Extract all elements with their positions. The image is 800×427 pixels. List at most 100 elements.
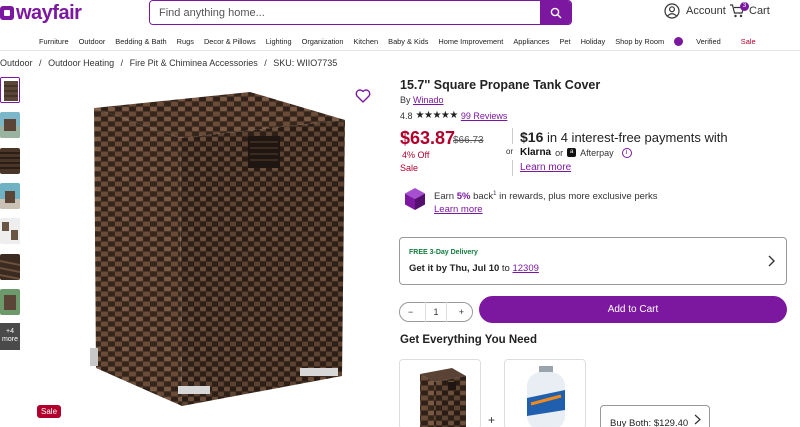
installment-learn-more-link[interactable]: Learn more <box>520 162 571 173</box>
crumb-fire-pit[interactable]: Fire Pit & Chiminea Accessories <box>130 58 258 68</box>
nav-organization[interactable]: Organization <box>302 37 344 46</box>
product-main-image[interactable] <box>80 86 350 411</box>
account-link[interactable]: Account <box>664 3 726 19</box>
rating-value: 4.8 <box>400 110 413 121</box>
delivery-to: to <box>499 263 513 274</box>
nav-decor-pillows[interactable]: Decor & Pillows <box>204 37 256 46</box>
afterpay-icon: a <box>567 148 577 157</box>
delivery-box[interactable]: FREE 3-Day Delivery Get it by Thu, Jul 1… <box>399 237 787 285</box>
bundle-item-propane-tank[interactable] <box>504 359 586 427</box>
nav-appliances[interactable]: Appliances <box>513 37 549 46</box>
discount-label: 4% Off <box>402 150 430 160</box>
crumb-separator: / <box>264 58 267 68</box>
rewards-suffix: in rewards, plus more exclusive perks <box>496 191 658 203</box>
search-button[interactable] <box>540 1 571 24</box>
delivery-date-line: Get it by Thu, Jul 10 to 12309 <box>409 263 539 274</box>
nav-outdoor[interactable]: Outdoor <box>79 37 106 46</box>
search-icon <box>550 7 561 18</box>
thumbnail-2[interactable] <box>0 112 20 138</box>
bundle-plus: + <box>488 413 496 427</box>
thumbnail-image <box>1 78 19 102</box>
afterpay-label: Afterpay <box>580 147 614 158</box>
sale-price: $63.87 <box>400 128 456 148</box>
nav-holiday[interactable]: Holiday <box>581 37 606 46</box>
crumb-outdoor[interactable]: Outdoor <box>0 58 33 68</box>
thumbnail-image <box>0 112 20 138</box>
rewards-learn-more-link[interactable]: Learn more <box>434 204 483 215</box>
thumbnail-1[interactable] <box>0 77 20 103</box>
nav-lighting[interactable]: Lighting <box>266 37 292 46</box>
klarna-logo: Klarna <box>520 147 552 158</box>
divider <box>512 160 513 176</box>
delivery-tag: FREE 3-Day Delivery <box>409 249 478 256</box>
or-label-2: or <box>555 147 564 158</box>
thumbnail-7[interactable] <box>0 289 20 315</box>
cart-count-badge: 3 <box>740 2 749 11</box>
or-label: or <box>506 147 514 156</box>
nav-home-improvement[interactable]: Home Improvement <box>438 37 503 46</box>
quantity-stepper: − 1 + <box>399 302 473 322</box>
rating-row: 4.8 ★★★★★ 99 Reviews <box>400 110 507 121</box>
reviews-link[interactable]: 99 Reviews <box>461 111 508 121</box>
more-thumbnails-button[interactable]: +4 more <box>0 323 20 350</box>
nav-sale[interactable]: Sale <box>741 37 756 46</box>
rewards-prefix: Earn <box>434 191 455 203</box>
sale-label: Sale <box>400 163 419 173</box>
nav-kitchen[interactable]: Kitchen <box>353 37 378 46</box>
installment-amount: $16 <box>520 129 544 145</box>
installment-line: $16 in 4 interest-free payments with <box>520 129 728 145</box>
brand-link[interactable]: Winado <box>413 95 444 105</box>
cart-link[interactable]: 3 Cart <box>729 2 770 19</box>
nav-shop-by-room[interactable]: Shop by Room <box>615 37 664 46</box>
nav-pet[interactable]: Pet <box>559 37 570 46</box>
thumbnail-3[interactable] <box>0 148 20 174</box>
quantity-increase-button[interactable]: + <box>459 307 464 317</box>
delivery-date: Get it by Thu, Jul 10 <box>409 263 500 274</box>
rewards-cube-icon <box>405 188 425 210</box>
buy-both-button[interactable]: Buy Both: $129.40 <box>600 405 710 427</box>
crumb-separator: / <box>120 58 124 68</box>
zip-code-link[interactable]: 12309 <box>512 263 538 274</box>
quantity-decrease-button[interactable]: − <box>408 307 413 317</box>
thumbnail-5[interactable] <box>0 218 20 244</box>
star-rating-icon: ★★★★★ <box>415 110 459 121</box>
thumbnail-image <box>0 148 20 174</box>
product-title: 15.7'' Square Propane Tank Cover <box>400 78 601 92</box>
nav-baby-kids[interactable]: Baby & Kids <box>388 37 428 46</box>
bundle-heading: Get Everything You Need <box>400 334 537 346</box>
info-icon[interactable]: i <box>621 147 632 158</box>
bundle-item-image <box>505 360 585 427</box>
verified-badge-icon <box>674 37 684 46</box>
divider <box>512 128 513 144</box>
user-icon <box>664 3 680 19</box>
chevron-right-icon <box>768 255 775 267</box>
thumbnail-6[interactable] <box>0 254 20 280</box>
wayfair-logo[interactable]: wayfair <box>0 2 82 24</box>
nav-verified[interactable]: Verified <box>674 37 731 46</box>
thumbnail-image <box>0 218 20 244</box>
quantity-value[interactable]: 1 <box>425 302 447 322</box>
search-input[interactable] <box>150 1 540 24</box>
thumbnail-4[interactable] <box>0 183 20 209</box>
thumbnail-image <box>0 183 20 209</box>
crumb-outdoor-heating[interactable]: Outdoor Heating <box>48 58 114 68</box>
add-to-cart-button[interactable]: Add to Cart <box>479 296 787 323</box>
brand-line: By Winado <box>400 95 444 105</box>
buy-both-label: Buy Both: $129.40 <box>610 418 689 427</box>
nav-bedding-bath[interactable]: Bedding & Bath <box>115 37 166 46</box>
installment-text: in 4 interest-free payments with <box>546 130 728 145</box>
nav-rugs[interactable]: Rugs <box>177 37 194 46</box>
crumb-sku: SKU: WIIO7735 <box>273 58 338 68</box>
pay-providers: Klarna or a Afterpay i <box>520 147 632 158</box>
image-sale-badge: Sale <box>37 405 62 418</box>
favorite-heart-icon[interactable] <box>355 89 371 103</box>
rewards-banner: Earn 5% back1 in rewards, plus more excl… <box>404 187 658 216</box>
nav-furniture[interactable]: Furniture <box>39 37 69 46</box>
rewards-back: back <box>473 191 494 203</box>
bundle-item-tank-cover[interactable] <box>399 359 481 427</box>
rewards-percent: 5% <box>456 191 471 203</box>
account-label: Account <box>686 5 726 17</box>
logo-mark-icon <box>0 6 14 20</box>
cart-label: Cart <box>749 5 770 17</box>
thumbnail-image <box>0 254 20 280</box>
